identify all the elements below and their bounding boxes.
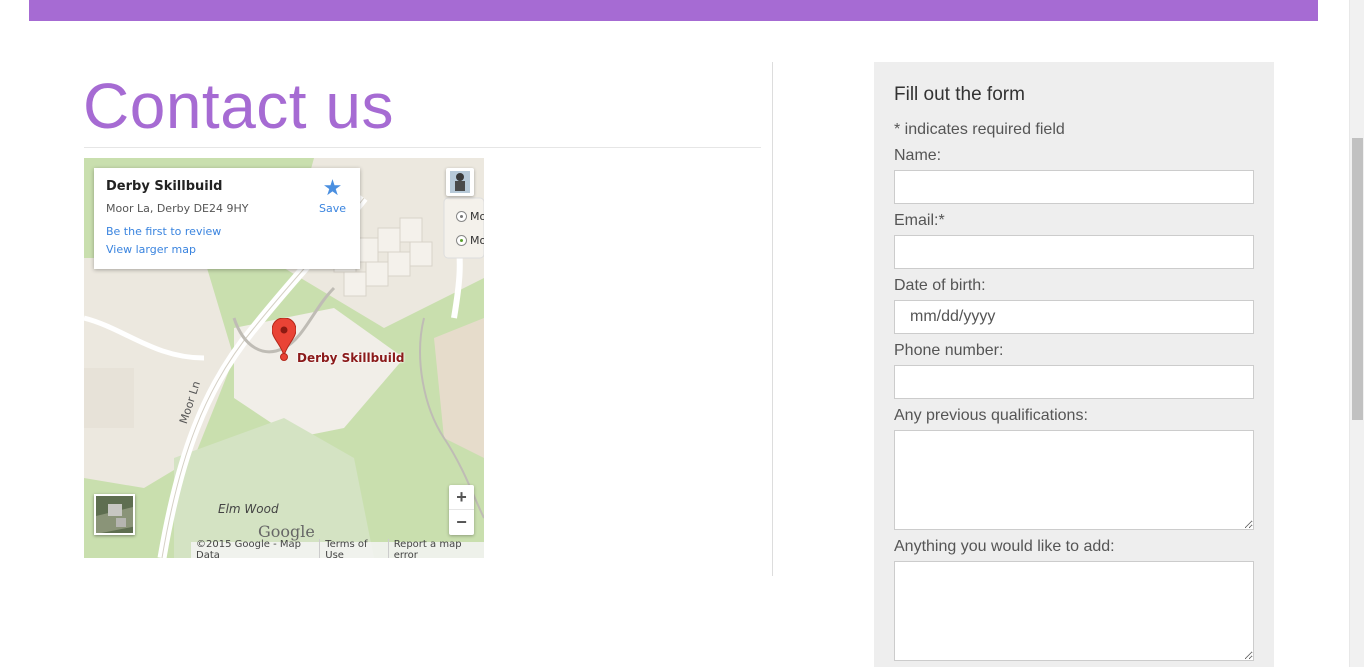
wood-label: Elm Wood: [218, 502, 279, 516]
map-footer: ©2015 Google - Map Data Terms of Use Rep…: [191, 539, 484, 558]
email-label: Email:*: [894, 212, 945, 229]
phone-label: Phone number:: [894, 342, 1004, 359]
place-name: Derby Skillbuild: [106, 179, 223, 194]
report-map-error-link[interactable]: Report a map error: [389, 539, 484, 558]
phone-input[interactable]: [894, 365, 1254, 399]
street-view-pegman-icon[interactable]: [446, 168, 474, 196]
place-address: Moor La, Derby DE24 9HY: [106, 202, 249, 215]
save-label: Save: [318, 202, 346, 215]
embedded-map[interactable]: Derby Skillbuild Moor La, Derby DE24 9HY…: [84, 158, 484, 558]
zoom-controls: + −: [449, 485, 474, 535]
title-divider: [84, 147, 761, 148]
additional-info-label: Anything you would like to add:: [894, 538, 1115, 555]
location-pin-icon[interactable]: [271, 317, 297, 367]
star-icon: ★: [322, 176, 343, 201]
form-heading: Fill out the form: [894, 84, 1025, 105]
top-accent-bar: [29, 0, 1318, 21]
poi-marker-1[interactable]: Mo: [456, 210, 484, 223]
contact-form: Fill out the form * indicates required f…: [874, 62, 1274, 667]
terms-of-use-link[interactable]: Terms of Use: [320, 539, 389, 558]
save-place-button[interactable]: ★ Save: [318, 176, 346, 216]
page-title: Contact us: [83, 70, 394, 142]
map-copyright: ©2015 Google - Map Data: [191, 539, 321, 558]
email-input[interactable]: [894, 235, 1254, 269]
column-divider: [772, 62, 773, 576]
dob-input[interactable]: [894, 300, 1254, 334]
view-larger-map-link[interactable]: View larger map: [106, 243, 348, 256]
poi-icon: [456, 211, 467, 222]
additional-info-textarea[interactable]: [894, 561, 1254, 661]
name-input[interactable]: [894, 170, 1254, 204]
page-scrollbar[interactable]: [1349, 0, 1364, 667]
poi-icon: [456, 235, 467, 246]
required-note: * indicates required field: [894, 121, 1065, 138]
poi-label: Mo: [470, 210, 484, 223]
poi-label: Mo: [470, 234, 484, 247]
qualifications-textarea[interactable]: [894, 430, 1254, 530]
marker-label: Derby Skillbuild: [297, 351, 405, 365]
name-label: Name:: [894, 147, 942, 164]
place-info-card: Derby Skillbuild Moor La, Derby DE24 9HY…: [94, 168, 360, 269]
scrollbar-thumb[interactable]: [1352, 138, 1363, 420]
zoom-out-button[interactable]: −: [449, 510, 474, 535]
poi-marker-2[interactable]: Mo: [456, 234, 484, 247]
qualifications-label: Any previous qualifications:: [894, 407, 1088, 424]
review-link[interactable]: Be the first to review: [106, 225, 348, 238]
satellite-toggle[interactable]: [94, 494, 135, 535]
dob-label: Date of birth:: [894, 277, 986, 294]
zoom-in-button[interactable]: +: [449, 485, 474, 510]
